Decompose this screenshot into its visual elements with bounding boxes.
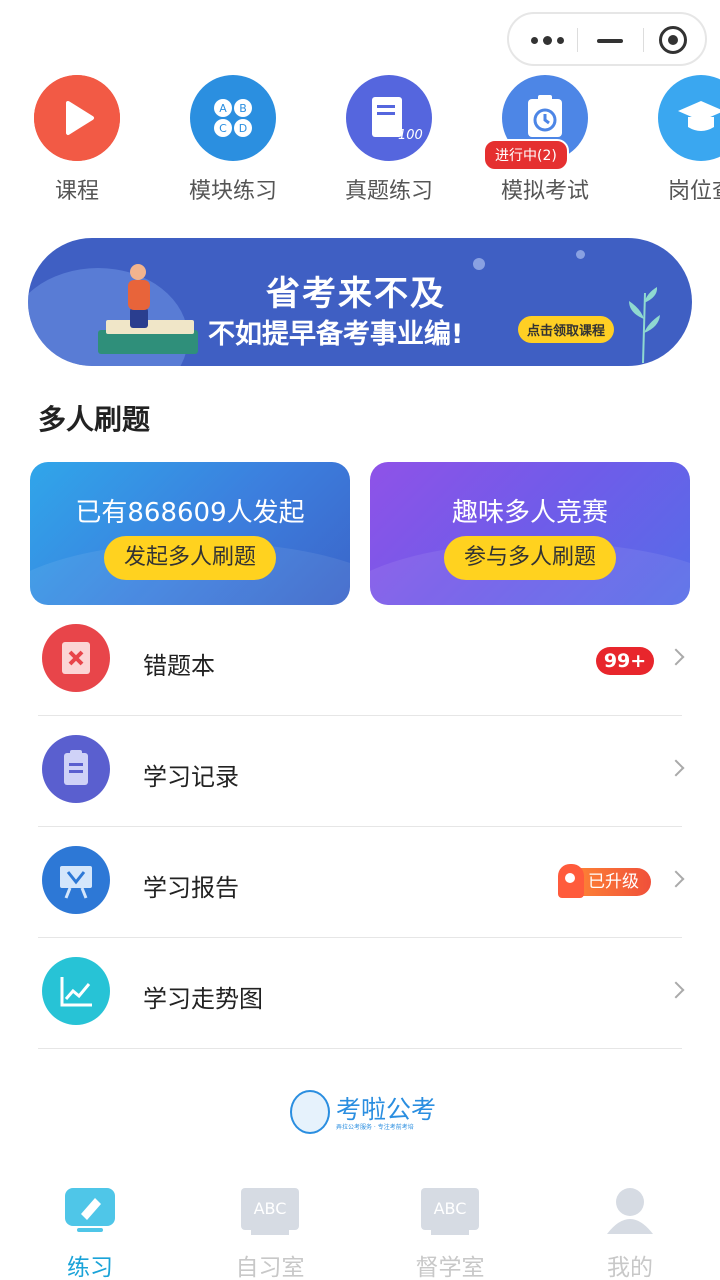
mock-exam-badge: 进行中(2) bbox=[483, 139, 569, 171]
practice-icon bbox=[61, 1184, 119, 1234]
brand-name: 考啦公考 bbox=[336, 1095, 437, 1124]
divider bbox=[38, 937, 682, 938]
list-item-trend-chart[interactable]: 学习走势图 bbox=[0, 940, 720, 1051]
divider bbox=[38, 715, 682, 716]
brand-logo: 考啦公考 弄拉公考服务 · 专注考前考培 bbox=[290, 1088, 450, 1138]
chevron-right-icon bbox=[667, 870, 685, 888]
miniprogram-capsule bbox=[507, 12, 707, 66]
person-illustration bbox=[128, 280, 150, 310]
section-title: 多人刷题 bbox=[38, 403, 151, 436]
join-contest-card[interactable]: 趣味多人竞赛 参与多人刷题 bbox=[370, 462, 690, 605]
abcd-grid-icon: A B C D bbox=[190, 75, 276, 161]
join-group-button[interactable]: 参与多人刷题 bbox=[444, 536, 616, 580]
shortcut-label: 模拟考试 bbox=[500, 179, 589, 204]
count-badge: 99+ bbox=[596, 647, 654, 675]
banner-subline: 不如提早备考事业编! bbox=[208, 319, 464, 350]
svg-text:D: D bbox=[239, 122, 247, 135]
shortcut-course[interactable]: 课程 bbox=[22, 75, 132, 205]
tab-label: 练习 bbox=[67, 1255, 113, 1280]
divider bbox=[38, 1048, 682, 1049]
shortcut-position-lookup[interactable]: 岗位查 bbox=[646, 75, 720, 205]
top-shortcuts: 课程 A B C D 模块练习 100 真题练习 进行中(2) 模拟考试 岗位 bbox=[0, 75, 720, 215]
svg-text:100: 100 bbox=[398, 128, 423, 143]
shortcut-label: 真题练习 bbox=[344, 179, 433, 204]
trend-chart-icon bbox=[42, 957, 110, 1025]
tab-label: 自习室 bbox=[235, 1255, 305, 1280]
chevron-right-icon bbox=[667, 648, 685, 666]
banner-headline: 省考来不及 bbox=[266, 274, 446, 314]
banner-cta-button[interactable]: 点击领取课程 bbox=[518, 316, 615, 343]
shortcut-label: 模块练习 bbox=[188, 179, 277, 204]
banner-decoration bbox=[576, 250, 585, 259]
list-item-wrong-book[interactable]: 错题本 99+ bbox=[0, 607, 720, 718]
close-target-icon[interactable] bbox=[659, 26, 687, 54]
book-illustration bbox=[106, 320, 194, 334]
promo-banner[interactable]: 省考来不及 不如提早备考事业编! 点击领取课程 bbox=[28, 238, 692, 366]
svg-text:B: B bbox=[239, 102, 247, 115]
study-room-icon: ABC bbox=[241, 1184, 299, 1235]
shortcut-module-practice[interactable]: A B C D 模块练习 bbox=[178, 75, 288, 205]
card-title: 趣味多人竞赛 bbox=[451, 498, 608, 528]
list-item-study-record[interactable]: 学习记录 bbox=[0, 718, 720, 829]
list-item-label: 学习走势图 bbox=[143, 985, 263, 1013]
start-group-button[interactable]: 发起多人刷题 bbox=[104, 536, 276, 580]
capsule-divider bbox=[577, 28, 578, 52]
profile-icon bbox=[601, 1184, 659, 1234]
divider bbox=[38, 826, 682, 827]
list-item-label: 错题本 bbox=[143, 652, 215, 680]
shortcut-mock-exam[interactable]: 进行中(2) 模拟考试 bbox=[483, 75, 600, 205]
shortcut-label: 岗位查 bbox=[667, 179, 720, 204]
tab-profile[interactable]: 我的 bbox=[560, 1170, 700, 1280]
minimize-icon[interactable] bbox=[597, 39, 623, 43]
tab-practice[interactable]: 练习 bbox=[20, 1170, 160, 1280]
clipboard-icon bbox=[42, 735, 110, 803]
brand-tagline: 弄拉公考服务 · 专注考前考培 bbox=[336, 1124, 414, 1131]
list-item-label: 学习报告 bbox=[143, 874, 239, 902]
rocket-icon bbox=[558, 864, 584, 898]
tab-label: 我的 bbox=[607, 1255, 653, 1280]
capsule-divider bbox=[643, 28, 644, 52]
graduation-cap-icon bbox=[658, 75, 720, 161]
svg-text:C: C bbox=[219, 122, 227, 135]
banner-decoration bbox=[473, 258, 485, 270]
shortcut-label: 课程 bbox=[54, 179, 99, 204]
tab-supervise-room[interactable]: ABC 督学室 bbox=[380, 1170, 520, 1280]
card-title: 已有868609人发起 bbox=[75, 498, 305, 528]
start-group-card[interactable]: 已有868609人发起 发起多人刷题 bbox=[30, 462, 350, 605]
more-icon[interactable] bbox=[529, 33, 569, 47]
chevron-right-icon bbox=[667, 981, 685, 999]
list-item-label: 学习记录 bbox=[143, 763, 239, 791]
person-illustration bbox=[130, 264, 146, 280]
wrong-book-icon bbox=[42, 624, 110, 692]
tab-label: 督学室 bbox=[415, 1255, 485, 1280]
leaf-illustration bbox=[629, 287, 660, 363]
svg-text:A: A bbox=[219, 102, 227, 115]
person-illustration bbox=[130, 308, 148, 328]
play-icon bbox=[34, 75, 120, 161]
shortcut-real-exam[interactable]: 100 真题练习 bbox=[334, 75, 444, 205]
supervise-room-icon: ABC bbox=[421, 1184, 479, 1235]
report-board-icon bbox=[42, 846, 110, 914]
tab-study-room[interactable]: ABC 自习室 bbox=[200, 1170, 340, 1280]
chevron-right-icon bbox=[667, 759, 685, 777]
koala-mascot-icon bbox=[290, 1090, 330, 1134]
bottom-tab-bar: 练习 ABC 自习室 ABC 督学室 我的 bbox=[0, 1170, 720, 1280]
scroll-100-icon: 100 bbox=[346, 75, 432, 161]
